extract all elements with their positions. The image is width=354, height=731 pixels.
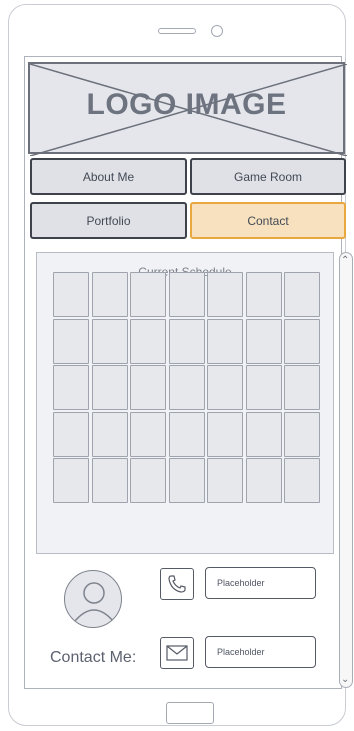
schedule-cell[interactable] [130, 365, 166, 410]
scrollbar[interactable]: ⌃ ⌄ [339, 252, 353, 688]
schedule-cell[interactable] [53, 411, 89, 457]
schedule-cell[interactable] [53, 272, 89, 317]
logo-text: LOGO IMAGE [86, 88, 287, 121]
chevron-up-icon[interactable]: ⌃ [341, 255, 349, 266]
speaker-grille [158, 28, 196, 34]
schedule-cell[interactable] [245, 318, 282, 364]
mail-icon[interactable] [160, 637, 194, 669]
schedule-cell[interactable] [207, 272, 243, 317]
nav-portfolio-button[interactable]: Portfolio [30, 202, 187, 239]
schedule-cell[interactable] [245, 458, 282, 503]
schedule-cell[interactable] [207, 365, 243, 410]
schedule-cell[interactable] [130, 272, 166, 317]
schedule-cell[interactable] [207, 411, 243, 457]
schedule-cell[interactable] [91, 365, 128, 410]
schedule-cell[interactable] [130, 318, 166, 364]
camera-icon [211, 25, 223, 37]
schedule-cell[interactable] [130, 411, 166, 457]
user-avatar-icon [64, 570, 122, 628]
contact-me-label: Contact Me: [50, 649, 137, 666]
schedule-cell[interactable] [207, 458, 243, 503]
schedule-cell[interactable] [284, 458, 320, 503]
schedule-cell[interactable] [168, 365, 205, 410]
schedule-cell[interactable] [130, 458, 166, 503]
schedule-cell[interactable] [168, 411, 205, 457]
logo-placeholder: LOGO IMAGE [28, 62, 347, 156]
schedule-cell[interactable] [168, 318, 205, 364]
schedule-panel: Current Schedule [36, 252, 334, 554]
home-button[interactable] [166, 702, 214, 724]
schedule-cell[interactable] [284, 272, 320, 317]
nav-game-room-button[interactable]: Game Room [190, 158, 346, 195]
phone-field[interactable]: Placeholder [205, 567, 316, 599]
schedule-cell[interactable] [53, 458, 89, 503]
chevron-down-icon[interactable]: ⌄ [341, 674, 349, 685]
schedule-cell[interactable] [284, 411, 320, 457]
schedule-cell[interactable] [245, 411, 282, 457]
schedule-cell[interactable] [91, 411, 128, 457]
schedule-cell[interactable] [168, 272, 205, 317]
schedule-cell[interactable] [168, 458, 205, 503]
schedule-cell[interactable] [53, 318, 89, 364]
schedule-cell[interactable] [53, 365, 89, 410]
phone-icon[interactable] [160, 568, 194, 600]
schedule-cell[interactable] [245, 365, 282, 410]
nav-about-me-button[interactable]: About Me [30, 158, 187, 195]
schedule-cell[interactable] [207, 318, 243, 364]
schedule-cell[interactable] [284, 318, 320, 364]
schedule-cell[interactable] [245, 272, 282, 317]
email-field[interactable]: Placeholder [205, 636, 316, 668]
schedule-cell[interactable] [284, 365, 320, 410]
schedule-cell[interactable] [91, 272, 128, 317]
schedule-cell[interactable] [91, 318, 128, 364]
nav-contact-button[interactable]: Contact [190, 202, 346, 239]
schedule-cell[interactable] [91, 458, 128, 503]
